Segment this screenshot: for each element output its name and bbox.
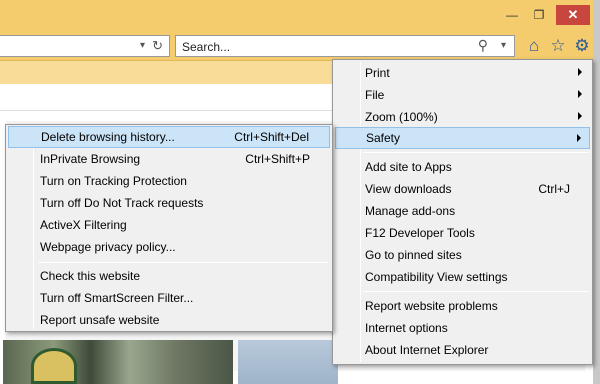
refresh-icon[interactable]: ↻ [152, 38, 163, 54]
menu-item-label: Webpage privacy policy... [40, 240, 176, 254]
menu-item-label: Delete browsing history... [41, 130, 175, 144]
menu-item-label: Report website problems [365, 299, 498, 313]
submenu-arrow-icon [577, 134, 581, 142]
menu-item-delete-browsing-history[interactable]: Delete browsing history... Ctrl+Shift+Del [8, 126, 330, 148]
menu-item-label: Go to pinned sites [365, 248, 462, 262]
menu-item-activex-filtering[interactable]: ActiveX Filtering [8, 214, 330, 236]
helmet-shape [31, 348, 77, 384]
close-icon[interactable]: ✕ [556, 5, 590, 25]
menu-item-check-this-website[interactable]: Check this website [8, 265, 330, 287]
submenu-arrow-icon [578, 68, 582, 76]
search-icon[interactable]: ⚲ [478, 37, 488, 54]
menu-item-label: Manage add-ons [365, 204, 456, 218]
menu-item-report-website-problems[interactable]: Report website problems [335, 295, 590, 317]
menu-item-inprivate-browsing[interactable]: InPrivate Browsing Ctrl+Shift+P [8, 148, 330, 170]
restore-icon[interactable]: ❐ [527, 6, 551, 24]
safety-submenu: Delete browsing history... Ctrl+Shift+Del… [5, 124, 333, 332]
tools-menu: Print File Zoom (100%) Safety Add site t… [332, 59, 593, 365]
menu-item-about-internet-explorer[interactable]: About Internet Explorer [335, 339, 590, 361]
home-icon[interactable]: ⌂ [524, 36, 544, 56]
menu-item-label: Report unsafe website [40, 313, 160, 327]
menu-item-label: Turn off Do Not Track requests [40, 196, 204, 210]
menu-item-label: Safety [366, 131, 401, 145]
menu-item-label: InPrivate Browsing [40, 152, 141, 166]
menu-item-shortcut: Ctrl+Shift+P [245, 152, 310, 166]
search-input[interactable] [182, 39, 452, 54]
menu-item-safety[interactable]: Safety [335, 127, 590, 149]
menu-item-webpage-privacy-policy[interactable]: Webpage privacy policy... [8, 236, 330, 258]
menu-item-add-site-to-apps[interactable]: Add site to Apps [335, 156, 590, 178]
menu-item-label: View downloads [365, 182, 452, 196]
menu-item-label: Add site to Apps [365, 160, 452, 174]
address-bar[interactable]: ▾ ↻ [0, 35, 170, 57]
football-photo[interactable] [3, 340, 233, 384]
menu-item-tracking-protection[interactable]: Turn on Tracking Protection [8, 170, 330, 192]
menu-item-label: File [365, 88, 385, 102]
menu-item-label: Internet options [365, 321, 448, 335]
menu-item-label: Zoom (100%) [365, 110, 438, 124]
menu-item-shortcut: Ctrl+Shift+Del [234, 130, 309, 144]
menu-item-view-downloads[interactable]: View downloads Ctrl+J [335, 178, 590, 200]
sky-photo[interactable] [238, 340, 338, 384]
search-box[interactable]: ⚲ ▾ [175, 35, 515, 57]
title-bar: — ❐ ✕ [0, 0, 600, 30]
menu-item-label: F12 Developer Tools [365, 226, 475, 240]
menu-item-file[interactable]: File [335, 84, 590, 106]
menu-separator [363, 291, 589, 292]
menu-separator [38, 262, 328, 263]
menu-item-label: About Internet Explorer [365, 343, 489, 357]
submenu-arrow-icon [578, 112, 582, 120]
menu-item-label: Compatibility View settings [365, 270, 508, 284]
favorites-star-icon[interactable]: ☆ [548, 36, 568, 56]
menu-item-shortcut: Ctrl+J [538, 182, 570, 196]
menu-item-label: Turn off SmartScreen Filter... [40, 291, 194, 305]
submenu-arrow-icon [578, 90, 582, 98]
menu-item-f12-developer-tools[interactable]: F12 Developer Tools [335, 222, 590, 244]
window-border [593, 30, 600, 384]
menu-item-label: Turn on Tracking Protection [40, 174, 187, 188]
menu-item-print[interactable]: Print [335, 62, 590, 84]
menu-item-smartscreen-filter[interactable]: Turn off SmartScreen Filter... [8, 287, 330, 309]
menu-item-internet-options[interactable]: Internet options [335, 317, 590, 339]
menu-item-manage-add-ons[interactable]: Manage add-ons [335, 200, 590, 222]
tools-gear-icon[interactable]: ⚙ [572, 36, 592, 56]
menu-item-compatibility-view-settings[interactable]: Compatibility View settings [335, 266, 590, 288]
search-dropdown-icon[interactable]: ▾ [501, 40, 506, 51]
dropdown-icon[interactable]: ▾ [140, 40, 145, 51]
menu-item-do-not-track[interactable]: Turn off Do Not Track requests [8, 192, 330, 214]
menu-item-go-to-pinned-sites[interactable]: Go to pinned sites [335, 244, 590, 266]
menu-item-label: Check this website [40, 269, 141, 283]
menu-separator [363, 152, 589, 153]
menu-item-label: ActiveX Filtering [40, 218, 127, 232]
menu-item-zoom[interactable]: Zoom (100%) [335, 106, 590, 128]
minimize-icon[interactable]: — [500, 6, 524, 24]
menu-item-label: Print [365, 66, 390, 80]
menu-item-report-unsafe-website[interactable]: Report unsafe website [8, 309, 330, 331]
